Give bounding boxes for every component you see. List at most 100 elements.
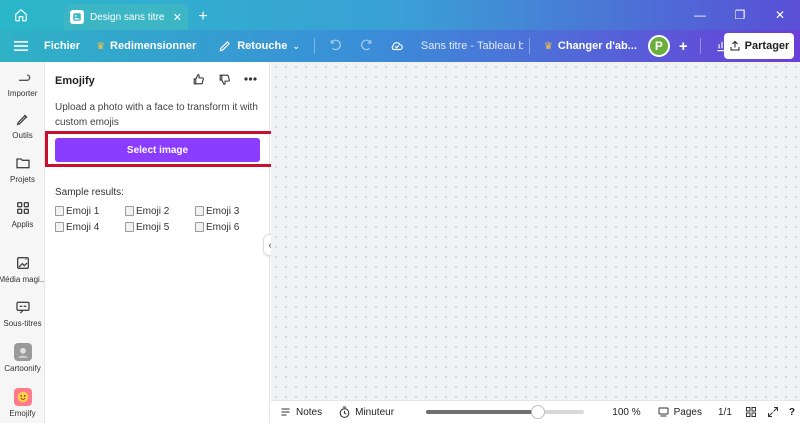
home-icon[interactable] (10, 4, 32, 26)
panel-actions (191, 72, 257, 86)
browser-tab-design[interactable]: Design sans titre - ... ✕ (64, 4, 188, 30)
hamburger-icon (14, 41, 28, 51)
resize-label: Redimensionner (110, 40, 197, 52)
page-count: 1/1 (710, 401, 740, 424)
crown-icon: ♛ (543, 40, 553, 52)
notes-button[interactable]: Notes (271, 401, 330, 424)
resize-button[interactable]: ♛ Redimensionner (88, 30, 204, 62)
apps-grid-icon (14, 199, 32, 217)
magic-image-icon (14, 254, 32, 272)
emojify-panel: Emojify Upload a photo with a face to tr… (45, 62, 274, 423)
sample-result-image: Emoji 5 (125, 221, 195, 233)
retouch-button[interactable]: Retouche ⌄ (210, 30, 308, 62)
sidebar-item-emojify[interactable]: Emojify (0, 388, 45, 418)
pages-icon (658, 407, 669, 417)
undo-button[interactable] (321, 30, 351, 62)
broken-image-icon (125, 222, 134, 232)
grid-view-button[interactable] (740, 401, 762, 424)
bottom-bar: Notes Minuteur 100 % Pages 1/1 ? (271, 400, 800, 423)
notes-label: Notes (296, 406, 323, 418)
sample-result-alt: Emoji 3 (206, 205, 240, 217)
broken-image-icon (55, 206, 64, 216)
zoom-slider-thumb[interactable] (530, 405, 545, 419)
folder-icon (14, 154, 32, 172)
menu-button[interactable] (0, 30, 36, 62)
broken-image-icon (195, 206, 204, 216)
left-sidebar: Importer Outils Projets Applis Média mag… (0, 62, 47, 423)
fullscreen-button[interactable] (762, 401, 784, 424)
user-avatar-button[interactable]: P (645, 30, 673, 62)
redo-icon (361, 39, 372, 51)
zoom-level[interactable]: 100 % (604, 401, 648, 424)
sidebar-item-label: Cartoonify (4, 364, 41, 373)
design-favicon-icon (70, 10, 84, 24)
upgrade-label: Changer d'ab... (557, 40, 637, 52)
tab-title: Design sans titre - ... (90, 11, 167, 23)
toolbar-divider (313, 38, 315, 54)
timer-button[interactable]: Minuteur (330, 401, 402, 424)
expand-icon (767, 407, 778, 417)
share-button[interactable]: Partager (724, 33, 794, 59)
sample-result-alt: Emoji 2 (136, 205, 170, 217)
sample-results-title: Sample results: (55, 187, 124, 198)
pen-tool-icon (14, 110, 32, 128)
sample-result-image: Emoji 2 (125, 205, 195, 217)
sidebar-item-projects[interactable]: Projets (0, 154, 45, 184)
plus-icon: + (198, 8, 208, 25)
retouch-label: Retouche (237, 40, 288, 52)
sample-result-image: Emoji 4 (55, 221, 125, 233)
minimize-icon[interactable]: — (680, 0, 720, 30)
grid-view-icon (745, 407, 756, 417)
zoom-slider[interactable] (426, 405, 585, 419)
page-count-value: 1/1 (717, 406, 732, 418)
cloud-save-button[interactable] (381, 30, 413, 62)
document-title-text: Sans titre - Tableau bl... (420, 40, 523, 52)
select-image-button[interactable]: Select image (55, 138, 260, 162)
zoom-slider-fill (426, 410, 538, 414)
title-bar-left (0, 0, 64, 30)
broken-image-icon (125, 206, 134, 216)
sidebar-item-subtitles[interactable]: Sous-titres (0, 298, 45, 328)
undo-icon (330, 39, 341, 51)
chevron-down-icon: ⌄ (292, 40, 300, 51)
sidebar-item-cartoonify[interactable]: Cartoonify (0, 343, 45, 373)
zoom-value: 100 % (612, 406, 641, 418)
tab-close-icon[interactable]: ✕ (173, 11, 182, 24)
sample-results-grid: Emoji 1 Emoji 2 Emoji 3 Emoji 4 Emoji 5 … (55, 205, 265, 233)
sidebar-item-label: Applis (11, 220, 34, 229)
sidebar-item-import[interactable]: Importer (0, 68, 45, 98)
cloud-check-icon (391, 42, 403, 51)
help-button[interactable]: ? (784, 401, 800, 424)
thumbs-down-icon[interactable] (217, 72, 231, 86)
avatar: P (647, 35, 670, 57)
sidebar-item-label: Importer (7, 89, 38, 98)
toolbar-divider (528, 38, 530, 54)
sidebar-item-magic-media[interactable]: Média magi... (0, 254, 47, 284)
plus-icon: + (678, 37, 688, 55)
sidebar-item-apps[interactable]: Applis (0, 199, 45, 229)
sidebar-item-label: Média magi... (0, 275, 47, 284)
new-tab-button[interactable]: + (188, 4, 218, 30)
redo-button[interactable] (351, 30, 381, 62)
upload-icon (14, 68, 32, 86)
add-collaborator-button[interactable]: + (673, 30, 694, 62)
more-options-icon[interactable] (243, 72, 257, 86)
pages-button[interactable]: Pages (649, 401, 710, 424)
close-window-icon[interactable]: ✕ (760, 0, 800, 30)
sample-result-alt: Emoji 6 (206, 221, 240, 233)
sample-result-alt: Emoji 4 (66, 221, 100, 233)
upgrade-plan-button[interactable]: ♛ Changer d'ab... (536, 30, 645, 62)
timer-label: Minuteur (355, 406, 395, 418)
restore-icon[interactable]: ❐ (720, 0, 760, 30)
panel-description: Upload a photo with a face to transform … (55, 102, 258, 128)
file-label: Fichier (44, 40, 81, 52)
crown-icon: ♛ (96, 40, 106, 52)
file-menu-button[interactable]: Fichier (36, 30, 88, 62)
pages-label: Pages (673, 406, 702, 418)
share-upload-icon (730, 40, 740, 51)
thumbs-up-icon[interactable] (191, 72, 205, 86)
sidebar-item-tools[interactable]: Outils (0, 110, 45, 140)
editor-toolbar: Fichier ♛ Redimensionner Retouche ⌄ Sans… (0, 30, 800, 62)
document-title[interactable]: Sans titre - Tableau bl... (413, 30, 523, 62)
design-canvas[interactable] (271, 62, 800, 400)
